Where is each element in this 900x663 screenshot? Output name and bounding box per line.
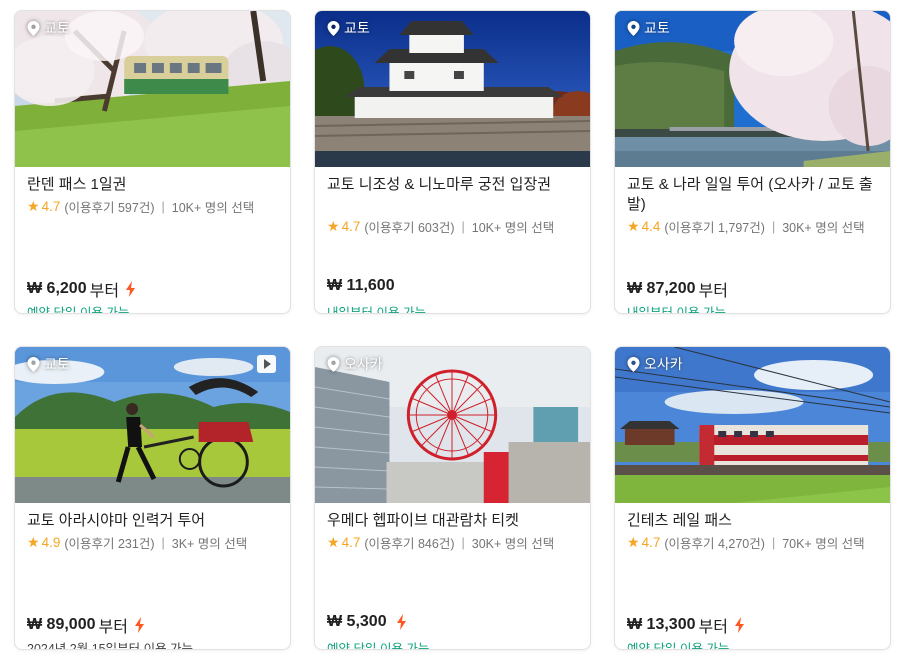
review-count: (이용후기 1,797건) <box>664 221 765 235</box>
price: ₩ 87,200 부터 <box>627 277 728 301</box>
product-title[interactable]: 교토 니조성 & 니노마루 궁전 입장권 <box>327 175 580 215</box>
review-count: (이용후기 4,270건) <box>664 537 765 551</box>
product-card-kintetsu-rail-pass[interactable]: 오사카 긴테츠 레일 패스 ★ 4.7 (이용후기 4,270건) | 70K+… <box>614 346 891 650</box>
availability: 예약 당일 이용 가능 <box>27 306 130 314</box>
product-card-kyoto-nara-tour[interactable]: 교토 교토 & 나라 일일 투어 (오사카 / 교토 출발) ★ 4.4 (이용… <box>614 10 891 314</box>
lightning-bolt-icon <box>396 614 406 630</box>
product-card-hep-five-ferris-wheel[interactable]: 오사카 우메다 헵파이브 대관람차 티켓 ★ 4.7 (이용후기 846건) |… <box>314 346 591 650</box>
map-pin-icon <box>327 356 340 372</box>
product-title[interactable]: 교토 아라시야마 인력거 투어 <box>27 511 280 531</box>
product-image: 교토 <box>615 11 890 167</box>
rating-row: ★ 4.7 (이용후기 846건) | 30K+ 명의 선택 <box>327 533 580 552</box>
price-value: ₩ 13,300 <box>627 616 696 633</box>
rating-value: 4.9 <box>41 535 61 550</box>
availability: 내일부터 이용 가능 <box>327 306 426 314</box>
map-pin-icon <box>627 20 640 36</box>
map-pin-icon <box>327 20 340 36</box>
divider: | <box>771 535 776 550</box>
star-icon: ★ <box>327 534 340 550</box>
map-pin-icon <box>627 356 640 372</box>
divider: | <box>161 199 165 214</box>
location-tag: 교토 <box>27 18 70 38</box>
location-label: 교토 <box>44 20 70 36</box>
star-icon: ★ <box>627 534 640 550</box>
play-icon[interactable] <box>257 355 276 373</box>
rating-value: 4.7 <box>341 219 361 234</box>
availability: 예약 당일 이용 가능 <box>327 642 430 650</box>
review-count: (이용후기 603건) <box>364 221 455 235</box>
review-count: (이용후기 846건) <box>364 537 455 551</box>
product-card-arashiyama-rickshaw[interactable]: 교토 교토 아라시야마 인력거 투어 ★ 4.9 (이용후기 231건) | 3… <box>14 346 291 650</box>
location-label: 교토 <box>344 20 370 36</box>
price: ₩ 6,200 부터 <box>27 277 137 301</box>
lightning-bolt-icon <box>134 617 144 633</box>
price: ₩ 5,300 <box>327 613 408 631</box>
price-value: ₩ 11,600 <box>327 277 395 294</box>
product-title[interactable]: 우메다 헵파이브 대관람차 티켓 <box>327 511 580 531</box>
price-value: ₩ 89,000 <box>27 616 96 633</box>
popularity: 3K+ 명의 선택 <box>171 537 248 551</box>
location-label: 오사카 <box>344 356 383 372</box>
rating-value: 4.7 <box>641 535 661 550</box>
location-label: 교토 <box>644 20 670 36</box>
review-count: (이용후기 597건) <box>64 201 155 215</box>
popularity: 30K+ 명의 선택 <box>782 221 865 235</box>
lightning-bolt-icon <box>126 281 136 297</box>
popularity: 70K+ 명의 선택 <box>782 537 865 551</box>
location-tag: 교토 <box>327 18 370 38</box>
price-value: ₩ 5,300 <box>327 613 387 630</box>
price-value: ₩ 6,200 <box>27 280 87 297</box>
product-title[interactable]: 란덴 패스 1일권 <box>27 175 280 195</box>
rating-row: ★ 4.4 (이용후기 1,797건) | 30K+ 명의 선택 <box>627 217 880 236</box>
location-label: 교토 <box>44 356 70 372</box>
price-value: ₩ 87,200 <box>627 280 696 297</box>
product-image: 오사카 <box>315 347 590 503</box>
rating-row: ★ 4.7 (이용후기 4,270건) | 70K+ 명의 선택 <box>627 533 880 552</box>
rating-value: 4.4 <box>641 219 661 234</box>
price-suffix: 부터 <box>698 283 728 300</box>
product-title[interactable]: 긴테츠 레일 패스 <box>627 511 880 531</box>
popularity: 10K+ 명의 선택 <box>171 201 255 215</box>
price: ₩ 89,000 부터 <box>27 613 146 637</box>
product-image: 교토 <box>15 347 290 503</box>
availability: 내일부터 이용 가능 <box>627 306 726 314</box>
star-icon: ★ <box>327 218 340 234</box>
rating-value: 4.7 <box>341 535 361 550</box>
location-tag: 교토 <box>27 354 70 374</box>
product-card-randen-pass[interactable]: 교토 란덴 패스 1일권 ★ 4.7 (이용후기 597건) | 10K+ 명의… <box>14 10 291 314</box>
divider: | <box>771 219 776 234</box>
location-tag: 오사카 <box>327 354 383 374</box>
map-pin-icon <box>27 356 40 372</box>
divider: | <box>161 535 165 550</box>
price-suffix: 부터 <box>89 283 120 300</box>
product-image: 교토 <box>315 11 590 167</box>
divider: | <box>461 219 465 234</box>
price-suffix: 부터 <box>698 619 728 636</box>
location-tag: 오사카 <box>627 354 683 374</box>
rating-row: ★ 4.7 (이용후기 597건) | 10K+ 명의 선택 <box>27 197 280 216</box>
price: ₩ 13,300 부터 <box>627 613 746 637</box>
rating-row: ★ 4.9 (이용후기 231건) | 3K+ 명의 선택 <box>27 533 280 552</box>
availability: 2024년 2월 15일부터 이용 가능 <box>27 642 194 650</box>
popularity: 30K+ 명의 선택 <box>471 537 555 551</box>
location-tag: 교토 <box>627 18 670 38</box>
star-icon: ★ <box>27 534 40 550</box>
location-label: 오사카 <box>644 356 683 372</box>
popularity: 10K+ 명의 선택 <box>471 221 555 235</box>
price: ₩ 11,600 <box>327 277 398 295</box>
product-card-nijo-castle[interactable]: 교토 교토 니조성 & 니노마루 궁전 입장권 ★ 4.7 (이용후기 603건… <box>314 10 591 314</box>
star-icon: ★ <box>27 198 40 214</box>
price-suffix: 부터 <box>98 619 128 636</box>
lightning-bolt-icon <box>734 617 744 633</box>
product-image: 교토 <box>15 11 290 167</box>
divider: | <box>461 535 465 550</box>
product-image: 오사카 <box>615 347 890 503</box>
rating-row: ★ 4.7 (이용후기 603건) | 10K+ 명의 선택 <box>327 217 580 236</box>
availability: 예약 당일 이용 가능 <box>627 642 730 650</box>
review-count: (이용후기 231건) <box>64 537 155 551</box>
product-title[interactable]: 교토 & 나라 일일 투어 (오사카 / 교토 출발) <box>627 175 880 215</box>
rating-value: 4.7 <box>41 199 61 214</box>
star-icon: ★ <box>627 218 640 234</box>
map-pin-icon <box>27 20 40 36</box>
